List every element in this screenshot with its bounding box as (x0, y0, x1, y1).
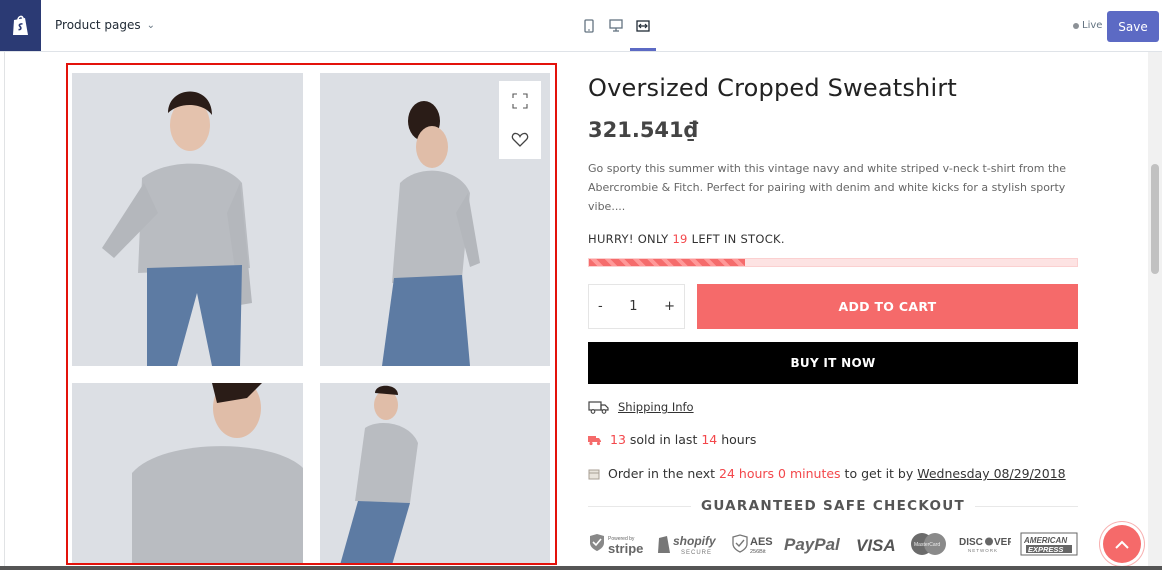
svg-text:AES: AES (750, 536, 773, 548)
truck-icon (588, 401, 609, 414)
shopify-secure-icon: shopify SECURE (658, 534, 717, 556)
mastercard-badge: MasterCard (909, 531, 949, 557)
quantity-value[interactable]: 1 (629, 299, 637, 314)
svg-text:VER: VER (994, 537, 1011, 548)
svg-text:NETWORK: NETWORK (968, 548, 998, 553)
svg-text:VISA: VISA (856, 536, 896, 555)
svg-text:256Bit: 256Bit (750, 549, 766, 555)
svg-text:EXPRESS: EXPRESS (1028, 545, 1063, 554)
order-delivery-date: Wednesday 08/29/2018 (917, 466, 1066, 481)
stripe-badge: Powered by stripe (588, 531, 648, 557)
order-countdown: 24 hours 0 minutes (719, 466, 841, 481)
order-middle-text: to get it by (844, 466, 914, 481)
paypal-logo-icon: PayPal (784, 535, 841, 554)
quantity-decrease-button[interactable]: - (598, 299, 603, 314)
stock-warning: HURRY! ONLY 19 LEFT IN STOCK. (588, 232, 785, 246)
preview-scrollbar[interactable] (1148, 52, 1162, 570)
visa-badge: VISA (856, 531, 900, 557)
aes-256-icon: AES 256Bit (732, 534, 773, 555)
product-description: Go sporty this summer with this vintage … (588, 162, 1066, 213)
desktop-icon (609, 19, 623, 32)
aes-badge: AES 256Bit (731, 531, 775, 557)
save-button[interactable]: Save (1107, 11, 1159, 42)
sold-hours: 14 (701, 432, 718, 447)
window-bottom-edge (0, 566, 1162, 570)
chevron-up-icon (1115, 540, 1129, 549)
chevron-down-icon: ⌄ (146, 19, 155, 31)
payment-badges: Powered by stripe shopify SECURE AES 256… (588, 528, 1078, 560)
sold-middle-text: sold in last (629, 432, 698, 447)
gallery-selection-outline (66, 63, 557, 565)
live-status-label: Live (1082, 20, 1103, 31)
amex-logo-icon: AMERICAN EXPRESS (1020, 532, 1078, 556)
stock-progress-bar (588, 258, 1078, 267)
page-type-dropdown[interactable]: Product pages ⌄ (55, 18, 155, 32)
status-dot-icon (1073, 22, 1079, 29)
svg-text:MasterCard: MasterCard (914, 542, 940, 548)
fullscreen-preview-button[interactable] (630, 0, 656, 51)
mastercard-logo-icon: MasterCard (911, 533, 947, 555)
live-status: Live (1073, 20, 1102, 31)
svg-text:DISC: DISC (959, 537, 983, 548)
device-preview-switcher (576, 0, 657, 51)
preview-scrollbar-thumb[interactable] (1151, 164, 1159, 274)
editor-topbar: Product pages ⌄ Live Save (0, 0, 1162, 52)
delivery-truck-icon (588, 435, 601, 445)
mobile-icon (584, 18, 594, 33)
order-deadline-row: Order in the next 24 hours 0 minutes to … (588, 466, 1066, 481)
quantity-stepper: - 1 + (588, 284, 685, 329)
sold-recently-row: 13 sold in last 14 hours (588, 432, 756, 447)
page-type-label: Product pages (55, 18, 141, 32)
stock-progress-fill (589, 259, 746, 266)
back-to-top-button[interactable] (1103, 525, 1141, 563)
shopify-secure-badge: shopify SECURE (657, 531, 721, 557)
stripe-logo-icon: Powered by stripe (590, 534, 643, 556)
shipping-info-row: Shipping Info (588, 400, 694, 414)
product-price: 321.541₫ (588, 118, 699, 142)
divider (588, 505, 691, 507)
svg-text:SECURE: SECURE (681, 550, 712, 556)
quantity-increase-button[interactable]: + (664, 299, 675, 314)
stock-prefix: HURRY! ONLY (588, 232, 669, 246)
svg-text:shopify: shopify (673, 534, 717, 548)
guaranteed-checkout-heading: GUARANTEED SAFE CHECKOUT (588, 496, 1079, 516)
fullwidth-icon (636, 19, 650, 32)
shipping-info-link[interactable]: Shipping Info (618, 400, 694, 414)
mobile-preview-button[interactable] (576, 0, 602, 51)
shopify-logo-icon[interactable] (0, 0, 41, 51)
svg-text:PayPal: PayPal (784, 535, 841, 554)
svg-text:stripe: stripe (608, 541, 643, 556)
order-prefix: Order in the next (608, 466, 716, 481)
guarantee-label: GUARANTEED SAFE CHECKOUT (700, 498, 966, 514)
desktop-preview-button[interactable] (603, 0, 629, 51)
svg-text:AMERICAN: AMERICAN (1023, 536, 1067, 545)
visa-logo-icon: VISA (856, 536, 896, 555)
sold-count: 13 (610, 432, 626, 447)
add-to-cart-button[interactable]: ADD TO CART (697, 284, 1078, 329)
divider (975, 505, 1079, 507)
amex-badge: AMERICAN EXPRESS (1020, 531, 1078, 557)
paypal-badge: PayPal (784, 531, 846, 557)
discover-badge: DISC VER NETWORK (959, 531, 1011, 557)
sold-suffix: hours (721, 432, 757, 447)
buy-it-now-button[interactable]: BUY IT NOW (588, 342, 1078, 384)
stock-count: 19 (672, 232, 688, 246)
product-title: Oversized Cropped Sweatshirt (588, 74, 958, 102)
discover-logo-icon: DISC VER NETWORK (959, 537, 1011, 553)
calendar-icon (588, 469, 600, 479)
stock-suffix: LEFT IN STOCK. (691, 232, 785, 246)
